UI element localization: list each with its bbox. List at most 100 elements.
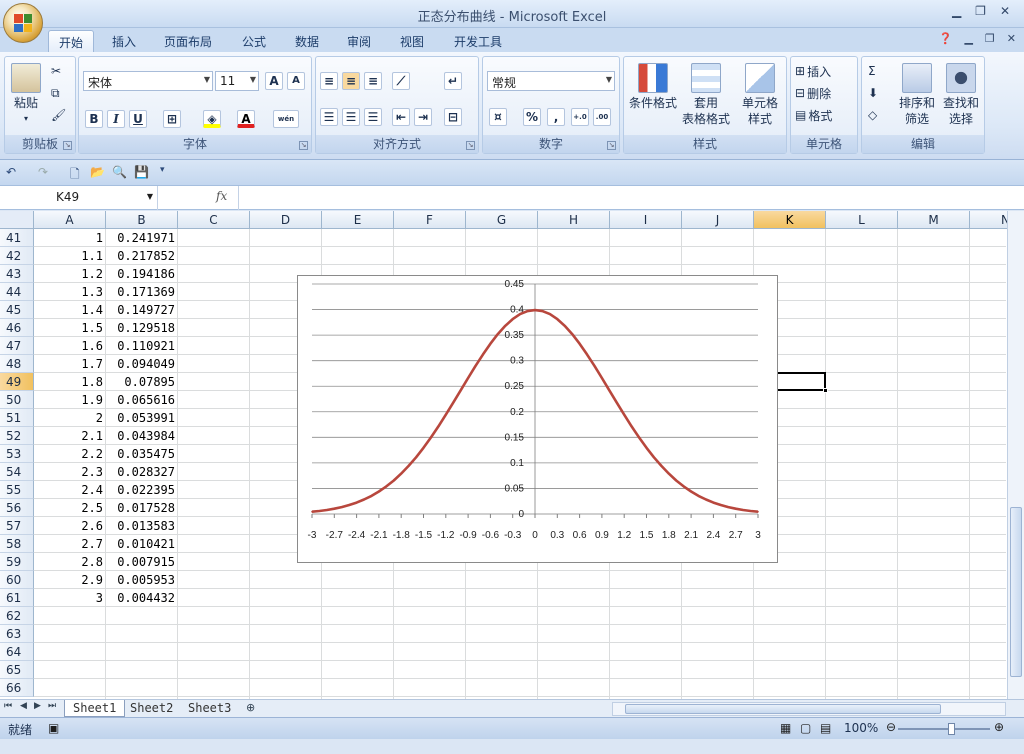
column-header-h[interactable]: H: [538, 211, 610, 229]
tab-data[interactable]: 数据: [285, 30, 329, 52]
wrap-text-button[interactable]: ↵: [444, 71, 462, 91]
row-header-48[interactable]: 48: [0, 355, 34, 373]
cell-a44[interactable]: 1.3: [34, 283, 106, 301]
increase-indent-button[interactable]: ⇥: [414, 107, 432, 127]
office-button[interactable]: [3, 3, 43, 43]
cell-a65[interactable]: [34, 661, 106, 679]
fill-handle[interactable]: [823, 388, 828, 393]
open-folder-icon[interactable]: 📂: [90, 165, 105, 179]
cell-b63[interactable]: [106, 625, 178, 643]
cell-b58[interactable]: 0.010421: [106, 535, 178, 553]
cell-a48[interactable]: 1.7: [34, 355, 106, 373]
align-top-button[interactable]: ≡: [320, 71, 338, 91]
row-header-62[interactable]: 62: [0, 607, 34, 625]
row-header-51[interactable]: 51: [0, 409, 34, 427]
page-break-view-icon[interactable]: ▤: [820, 721, 831, 735]
font-size-select[interactable]: 11▼: [215, 71, 259, 91]
cell-b41[interactable]: 0.241971: [106, 229, 178, 247]
align-right-button[interactable]: ☰: [364, 107, 382, 127]
align-middle-button[interactable]: ≡: [342, 71, 360, 91]
sheet-nav-last-icon[interactable]: ⏭: [48, 701, 56, 711]
cell-a56[interactable]: 2.5: [34, 499, 106, 517]
sheet-tab-3[interactable]: Sheet3: [180, 700, 239, 717]
cell-b44[interactable]: 0.171369: [106, 283, 178, 301]
row-header-45[interactable]: 45: [0, 301, 34, 319]
row-header-50[interactable]: 50: [0, 391, 34, 409]
horizontal-scroll-thumb[interactable]: [625, 704, 941, 714]
percent-button[interactable]: %: [523, 107, 541, 127]
tab-page-layout[interactable]: 页面布局: [154, 30, 222, 52]
formula-input[interactable]: [238, 186, 1008, 210]
row-header-57[interactable]: 57: [0, 517, 34, 535]
horizontal-scrollbar[interactable]: [612, 702, 1006, 716]
cell-b54[interactable]: 0.028327: [106, 463, 178, 481]
cell-b65[interactable]: [106, 661, 178, 679]
cell-a49[interactable]: 1.8: [34, 373, 106, 391]
cell-b49[interactable]: 0.07895: [106, 373, 178, 391]
tab-home[interactable]: 开始: [48, 30, 94, 52]
cell-a59[interactable]: 2.8: [34, 553, 106, 571]
cell-b55[interactable]: 0.022395: [106, 481, 178, 499]
conditional-formatting-button[interactable]: 条件格式: [628, 63, 678, 111]
row-header-65[interactable]: 65: [0, 661, 34, 679]
zoom-level[interactable]: 100%: [844, 721, 878, 735]
column-header-m[interactable]: M: [898, 211, 970, 229]
cell-b43[interactable]: 0.194186: [106, 265, 178, 283]
sheet-tab-2[interactable]: Sheet2: [122, 700, 181, 717]
cell-b51[interactable]: 0.053991: [106, 409, 178, 427]
normal-view-icon[interactable]: ▦: [780, 721, 791, 735]
cell-b46[interactable]: 0.129518: [106, 319, 178, 337]
cell-b52[interactable]: 0.043984: [106, 427, 178, 445]
row-header-52[interactable]: 52: [0, 427, 34, 445]
format-painter-button[interactable]: 🖌: [51, 105, 66, 125]
cell-a57[interactable]: 2.6: [34, 517, 106, 535]
copy-button[interactable]: ⧉: [51, 83, 60, 103]
tab-insert[interactable]: 插入: [102, 30, 146, 52]
normal-distribution-chart[interactable]: 00.050.10.150.20.250.30.350.40.45-3-2.7-…: [297, 275, 778, 563]
cell-a55[interactable]: 2.4: [34, 481, 106, 499]
row-header-64[interactable]: 64: [0, 643, 34, 661]
macro-record-icon[interactable]: ▣: [48, 721, 59, 735]
underline-button[interactable]: U: [129, 109, 147, 129]
vertical-scrollbar[interactable]: [1007, 211, 1024, 699]
align-bottom-button[interactable]: ≡: [364, 71, 382, 91]
name-box[interactable]: K49▼: [0, 186, 158, 210]
new-file-icon[interactable]: 🗋: [70, 165, 80, 186]
font-color-button[interactable]: A: [237, 109, 255, 129]
decrease-decimal-button[interactable]: .00: [593, 107, 611, 127]
column-header-d[interactable]: D: [250, 211, 322, 229]
print-preview-icon[interactable]: 🔍: [112, 165, 127, 179]
cell-b50[interactable]: 0.065616: [106, 391, 178, 409]
sort-filter-button[interactable]: 排序和 筛选: [896, 63, 938, 127]
column-header-f[interactable]: F: [394, 211, 466, 229]
help-icon[interactable]: ❓: [939, 32, 953, 45]
format-cells-button[interactable]: ▤格式: [795, 105, 832, 125]
cell-a42[interactable]: 1.1: [34, 247, 106, 265]
cell-a64[interactable]: [34, 643, 106, 661]
sheet-nav-next-icon[interactable]: ▶: [34, 701, 41, 711]
cell-b47[interactable]: 0.110921: [106, 337, 178, 355]
row-header-55[interactable]: 55: [0, 481, 34, 499]
sheet-nav-first-icon[interactable]: ⏮: [4, 701, 12, 711]
fill-button[interactable]: ⬇: [868, 83, 878, 103]
cell-b59[interactable]: 0.007915: [106, 553, 178, 571]
cell-a45[interactable]: 1.4: [34, 301, 106, 319]
cell-b64[interactable]: [106, 643, 178, 661]
zoom-in-icon[interactable]: ⊕: [994, 720, 1004, 734]
comma-button[interactable]: ,: [547, 107, 565, 127]
cell-b57[interactable]: 0.013583: [106, 517, 178, 535]
column-header-l[interactable]: L: [826, 211, 898, 229]
cell-a46[interactable]: 1.5: [34, 319, 106, 337]
row-header-42[interactable]: 42: [0, 247, 34, 265]
cell-b60[interactable]: 0.005953: [106, 571, 178, 589]
cell-a47[interactable]: 1.6: [34, 337, 106, 355]
cell-a52[interactable]: 2.1: [34, 427, 106, 445]
orientation-button[interactable]: ⟋: [392, 71, 410, 91]
row-header-44[interactable]: 44: [0, 283, 34, 301]
cut-button[interactable]: ✂: [51, 61, 61, 81]
cell-b56[interactable]: 0.017528: [106, 499, 178, 517]
row-header-46[interactable]: 46: [0, 319, 34, 337]
italic-button[interactable]: I: [107, 109, 125, 129]
decrease-indent-button[interactable]: ⇤: [392, 107, 410, 127]
undo-icon[interactable]: ↶: [6, 165, 16, 179]
